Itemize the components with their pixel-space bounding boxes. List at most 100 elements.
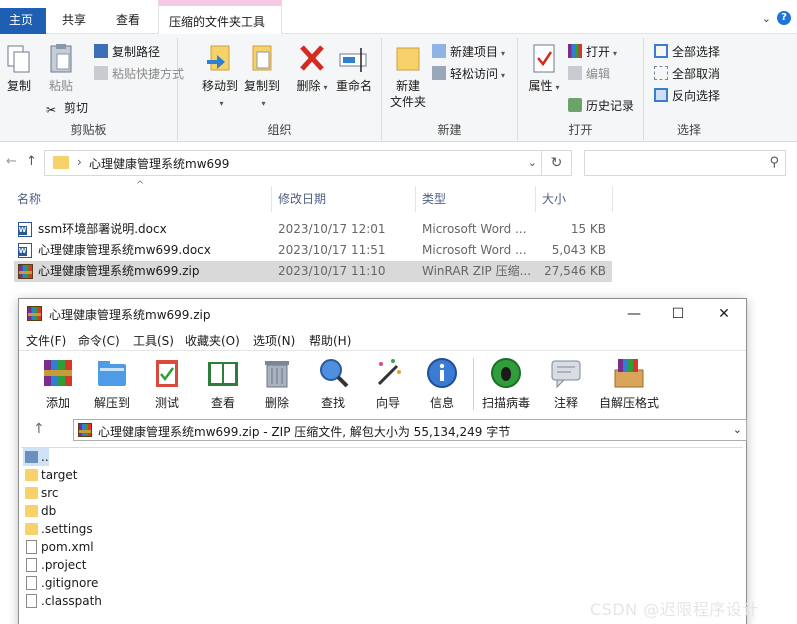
- move-to-button[interactable]: 移动到 ▾: [200, 42, 240, 112]
- file-row[interactable]: 心理健康管理系统mw699.docx 2023/10/17 11:51 Micr…: [14, 240, 612, 261]
- properties-icon: [533, 44, 555, 73]
- invert-selection-button[interactable]: 反向选择: [654, 86, 720, 106]
- add-button[interactable]: 添加: [33, 356, 83, 411]
- new-item-button[interactable]: 新建项目 ▾: [432, 42, 505, 62]
- breadcrumb-current-folder[interactable]: 心理健康管理系统mw699: [89, 155, 229, 172]
- tab-share[interactable]: 共享: [52, 8, 96, 34]
- file-name: 心理健康管理系统mw699.zip: [38, 264, 200, 278]
- list-item-name: .gitignore: [41, 576, 99, 590]
- delete-button[interactable]: 删除 ▾: [296, 42, 328, 96]
- open-button[interactable]: 打开 ▾: [568, 42, 617, 62]
- column-header-type[interactable]: 类型: [422, 186, 446, 212]
- group-open: 属性 ▾ 打开 ▾ 编辑 历史记录 打开: [518, 38, 644, 140]
- refresh-icon[interactable]: ↻: [541, 151, 571, 175]
- help-icon[interactable]: ?: [777, 11, 791, 25]
- select-none-button[interactable]: 全部取消: [654, 64, 720, 84]
- menu-options[interactable]: 选项(N): [253, 332, 295, 349]
- wizard-button[interactable]: 向导: [363, 356, 413, 411]
- menu-commands[interactable]: 命令(C): [78, 332, 120, 349]
- view-button[interactable]: 查看: [198, 356, 248, 411]
- tab-view[interactable]: 查看: [106, 8, 150, 34]
- view-label: 查看: [210, 396, 235, 410]
- file-name: ssm环境部署说明.docx: [38, 222, 167, 236]
- archive-path-dropdown[interactable]: 心理健康管理系统mw699.zip - ZIP 压缩文件, 解包大小为 55,1…: [73, 419, 747, 441]
- menu-help[interactable]: 帮助(H): [309, 332, 351, 349]
- tab-compressed-folder-tools[interactable]: 压缩的文件夹工具: [158, 0, 282, 34]
- list-item-name: ..: [41, 450, 49, 464]
- info-label: 信息: [429, 396, 454, 410]
- select-none-label: 全部取消: [672, 67, 721, 81]
- group-clipboard: 复制 粘贴 复制路径 粘贴快捷方式 ✂ 剪切 剪贴板: [0, 38, 184, 140]
- extract-to-button[interactable]: 解压到: [87, 356, 137, 411]
- file-type: Microsoft Word ...: [422, 243, 527, 257]
- column-divider[interactable]: [415, 186, 416, 212]
- list-item-name: src: [41, 486, 59, 500]
- new-folder-button[interactable]: 新建 文件夹: [388, 42, 428, 110]
- sfx-button[interactable]: 自解压格式: [597, 356, 661, 411]
- history-button[interactable]: 历史记录: [568, 96, 634, 116]
- column-divider[interactable]: [612, 186, 613, 212]
- column-header-name[interactable]: 名称: [17, 186, 41, 212]
- edit-button[interactable]: 编辑: [568, 64, 610, 84]
- folder-icon: [25, 469, 38, 481]
- winrar-title-bar[interactable]: 心理健康管理系统mw699.zip — ☐ ✕: [19, 299, 746, 329]
- menu-favorites[interactable]: 收藏夹(O): [185, 332, 240, 349]
- cut-label: 剪切: [64, 101, 89, 115]
- tab-home[interactable]: 主页: [0, 8, 46, 34]
- cut-button[interactable]: ✂ 剪切: [46, 98, 88, 118]
- find-button[interactable]: 查找: [308, 356, 358, 411]
- column-divider[interactable]: [535, 186, 536, 212]
- file-size: 15 KB: [570, 222, 606, 236]
- path-dropdown-chevron-icon[interactable]: ⌄: [733, 423, 742, 436]
- search-box[interactable]: ⚲: [584, 150, 786, 176]
- move-to-icon: [207, 45, 230, 71]
- address-dropdown-chevron-icon[interactable]: ⌄: [528, 156, 537, 169]
- column-header-date[interactable]: 修改日期: [278, 186, 326, 212]
- column-divider[interactable]: [271, 186, 272, 212]
- folder-icon: [53, 156, 69, 169]
- column-header-size[interactable]: 大小: [542, 186, 566, 212]
- new-folder-icon: [396, 47, 420, 71]
- list-item-parent[interactable]: ..: [23, 448, 49, 466]
- test-label: 测试: [154, 396, 179, 410]
- file-row-selected[interactable]: 心理健康管理系统mw699.zip 2023/10/17 11:10 WinRA…: [14, 261, 612, 282]
- paste-shortcut-button[interactable]: 粘贴快捷方式: [94, 64, 184, 84]
- menu-file[interactable]: 文件(F): [26, 332, 66, 349]
- paste-button[interactable]: 粘贴: [44, 42, 78, 94]
- comment-button[interactable]: 注释: [541, 356, 591, 411]
- back-arrow-icon[interactable]: ←: [6, 154, 17, 169]
- address-bar[interactable]: › 心理健康管理系统mw699 ⌄ ↻: [44, 150, 572, 176]
- select-all-button[interactable]: 全部选择: [654, 42, 720, 62]
- paste-shortcut-label: 粘贴快捷方式: [112, 67, 185, 81]
- properties-button[interactable]: 属性 ▾: [526, 42, 562, 96]
- archive-path-text: 心理健康管理系统mw699.zip - ZIP 压缩文件, 解包大小为 55,1…: [98, 425, 511, 439]
- copy-label: 复制: [6, 79, 31, 93]
- delete-files-button[interactable]: 删除: [252, 356, 302, 411]
- minimize-icon[interactable]: —: [619, 303, 649, 325]
- info-button[interactable]: 信息: [417, 356, 467, 411]
- copy-path-button[interactable]: 复制路径: [94, 42, 160, 62]
- winrar-toolbar: 添加 解压到 测试 查看 删除 查找 向导 信息 扫描病毒 注释 自解压格式: [19, 352, 746, 416]
- menu-tools[interactable]: 工具(S): [133, 332, 174, 349]
- close-icon[interactable]: ✕: [709, 303, 739, 325]
- folder-icon: [25, 487, 38, 499]
- scan-virus-button[interactable]: 扫描病毒: [481, 356, 531, 411]
- copy-button[interactable]: 复制: [4, 42, 34, 94]
- up-one-level-arrow-icon[interactable]: ↑: [33, 421, 45, 437]
- new-folder-label-line1: 新建: [395, 79, 420, 93]
- magnifier-icon: [320, 359, 349, 388]
- wizard-label: 向导: [375, 396, 400, 410]
- copy-to-label: 复制到: [243, 79, 280, 93]
- copy-to-button[interactable]: 复制到 ▾: [242, 42, 282, 112]
- winrar-path-bar: ↑ 心理健康管理系统mw699.zip - ZIP 压缩文件, 解包大小为 55…: [19, 417, 747, 443]
- list-item-name: .project: [41, 558, 87, 572]
- maximize-icon[interactable]: ☐: [663, 303, 693, 325]
- easy-access-button[interactable]: 轻松访问 ▾: [432, 64, 505, 84]
- test-button[interactable]: 测试: [142, 356, 192, 411]
- rename-button[interactable]: 重命名: [334, 42, 374, 94]
- up-arrow-icon[interactable]: ↑: [26, 154, 37, 169]
- file-row[interactable]: ssm环境部署说明.docx 2023/10/17 12:01 Microsof…: [14, 219, 612, 240]
- file-date: 2023/10/17 11:51: [278, 243, 386, 257]
- collapse-ribbon-chevron-icon[interactable]: ⌄: [762, 12, 771, 25]
- new-item-label: 新建项目: [450, 45, 499, 59]
